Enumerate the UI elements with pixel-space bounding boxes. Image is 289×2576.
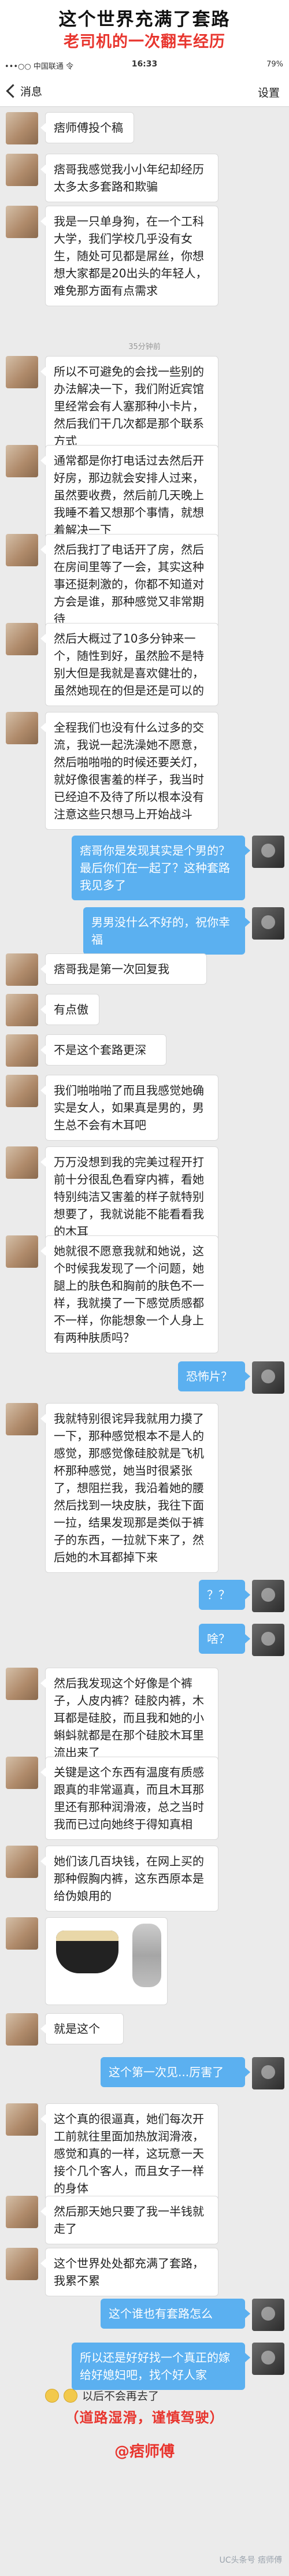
avatar[interactable] [6,2196,38,2228]
message-bubble[interactable]: 然后大概过了10多分钟来一个，随性到好，虽然脸不是特别大但是我就是喜欢健壮的，虽… [40,623,218,706]
message-bubble[interactable]: 我们啪啪啪了而且我感觉她确实是女人，如果真是男的，男生总不会有木耳吧 [40,1075,218,1141]
avatar[interactable] [252,907,284,940]
avatar[interactable] [6,154,38,186]
avatar[interactable] [6,206,38,238]
avatar[interactable] [6,1075,38,1107]
settings-button[interactable]: 设置 [258,84,280,100]
avatar[interactable] [6,2103,38,2136]
smile-emoji-icon [45,2388,59,2403]
message-bubble[interactable]: 她就很不愿意我就和她说，这个时候我发现了一个问题，她腿上的肤色和胸前的肤色不一样… [40,1235,218,1353]
banner-subtitle: 老司机的一次翻车经历 [64,33,225,51]
battery-indicator: 79% [266,60,283,69]
time-divider: 35分钟前 [0,340,289,351]
avatar[interactable] [6,2248,38,2280]
avatar[interactable] [6,1146,38,1179]
message-bubble[interactable]: 我就特别很诧异我就用力摸了一下，那种感觉根本不是人的感觉，那感觉像硅胶就是飞机杯… [40,1403,218,1573]
chat-thread[interactable]: 痞师傅投个稿 痞哥我感觉我小小年纪却经历太多太多套路和欺骗 我是一只单身狗，在一… [0,106,289,2403]
avatar[interactable] [6,356,38,388]
avatar[interactable] [252,2343,284,2375]
banner-title: 这个世界充满了套路 [58,9,231,30]
avatar[interactable] [6,1034,38,1067]
message-bubble[interactable]: 万万没想到我的完美过程开打前十分很乱色看穿内裤，看她特别纯洁又害羞的样子就特别想… [40,1146,218,1247]
message-bubble[interactable]: 啥？ [199,1624,250,1654]
avatar[interactable] [252,1624,284,1656]
avatar[interactable] [6,953,38,986]
message-bubble[interactable]: 全程我们也没有什么过多的交流，我说一起洗澡她不愿意，然后啪啪啪的时候还要关灯，就… [40,712,218,830]
message-bubble[interactable]: 痞哥你是发现其实是个男的？最后你们在一起了？这种套路我见多了 [72,836,250,900]
avatar[interactable] [6,1235,38,1268]
chevron-left-icon [6,83,20,98]
avatar[interactable] [6,445,38,477]
message-bubble[interactable]: 所以还是好好找一个真正的嫁给好媳妇吧，找个好人家 [72,2343,250,2390]
message-bubble[interactable]: 然后我发现这个好像是个裤子，人皮内裤？硅胶内裤，木耳都是硅胶，而且我和她的小蝌蚪… [40,1668,218,1768]
message-bubble[interactable]: 我是一只单身狗，在一个工科大学，我们学校几乎没有女生，随处可见都是屌丝，你想想大… [40,206,218,306]
avatar[interactable] [6,994,38,1026]
avatar[interactable] [6,1668,38,1700]
smile-emoji-icon [64,2388,77,2403]
message-bubble[interactable]: 这个第一次见...厉害了 [101,2057,250,2087]
message-bubble[interactable]: 男男没什么不好的，祝你幸福 [83,907,250,955]
avatar[interactable] [6,112,38,144]
message-bubble[interactable]: 通常都是你打电话过去然后开好房，那边就会安排人过来，虽然要收费，然后前几天晚上我… [40,445,218,545]
avatar[interactable] [6,1757,38,1789]
avatar[interactable] [6,534,38,566]
avatar[interactable] [6,1917,38,1950]
avatar[interactable] [252,1580,284,1612]
message-bubble[interactable]: 然后那天她只要了我一半钱就走了 [40,2196,218,2244]
avatar[interactable] [252,2299,284,2331]
message-bubble[interactable]: 关键是这个东西有温度有质感跟真的非常逼真，而且木耳那里还有那种润滑液，总之当时我… [40,1757,218,1840]
message-bubble[interactable]: 恐怖片？ [178,1361,250,1391]
message-bubble[interactable]: 不是这个套路更深 [40,1034,166,1066]
status-bar: •••○○ 中国联通 令 16:33 79% [0,53,289,75]
footer-warning: （道路湿滑，谨慎驾驶） [65,2410,224,2426]
message-bubble[interactable]: 她们该几百块钱，在网上买的那种假胸内裤，这东西原本是给伪娘用的 [40,1846,218,1911]
nav-bar: 消息 设置 [0,75,289,107]
message-bubble[interactable]: 然后我打了电话开了房，然后在房间里等了一会，其实这种事还挺刺激的，你都不知道对方… [40,534,218,634]
avatar[interactable] [252,836,284,868]
status-time: 16:33 [131,60,158,69]
header-banner: 这个世界充满了套路 老司机的一次翻车经历 [0,0,289,53]
avatar[interactable] [6,1846,38,1878]
back-label: 消息 [20,85,43,98]
emoji-message-text: 以后不会再去了 [82,2390,160,2403]
time-divider-label: 35分钟前 [128,343,161,351]
garment-waistband [56,1931,118,1941]
message-bubble[interactable]: ？？ [199,1580,250,1610]
message-bubble[interactable]: 所以不可避免的会找一些别的办法解决一下，我们附近宾馆里经常会有人塞那种小卡片，然… [40,356,218,456]
avatar[interactable] [6,1403,38,1435]
avatar[interactable] [252,1361,284,1394]
message-bubble[interactable]: 这个真的很逼真，她们每次开工前就往里面加热放润滑液，感觉和真的一样，这玩意一天接… [40,2103,218,2204]
message-bubble[interactable]: 痞师傅投个稿 [40,112,134,143]
photo-message[interactable] [45,1917,168,2005]
message-bubble[interactable]: 有点傲 [40,994,99,1025]
back-button[interactable]: 消息 [3,81,42,101]
emoji-message[interactable]: 以后不会再去了 [45,2388,159,2403]
footer-author: @痞师傅 [114,2443,175,2460]
blurred-area [132,1924,161,1987]
message-bubble[interactable]: 这个世界处处都充满了套路，我累不累 [40,2248,218,2296]
avatar[interactable] [6,2013,38,2046]
message-bubble[interactable]: 这个谁也有套路怎么 [101,2299,250,2329]
message-bubble[interactable]: 就是这个 [40,2013,124,2044]
message-bubble[interactable]: 痞哥我是第一次回复我 [40,953,207,985]
avatar[interactable] [6,623,38,655]
footer-watermark: UC头条号 痞师傅 [219,2556,282,2565]
message-bubble[interactable]: 痞哥我感觉我小小年纪却经历太多太多套路和欺骗 [40,154,218,202]
avatar[interactable] [6,712,38,744]
avatar[interactable] [252,2057,284,2089]
